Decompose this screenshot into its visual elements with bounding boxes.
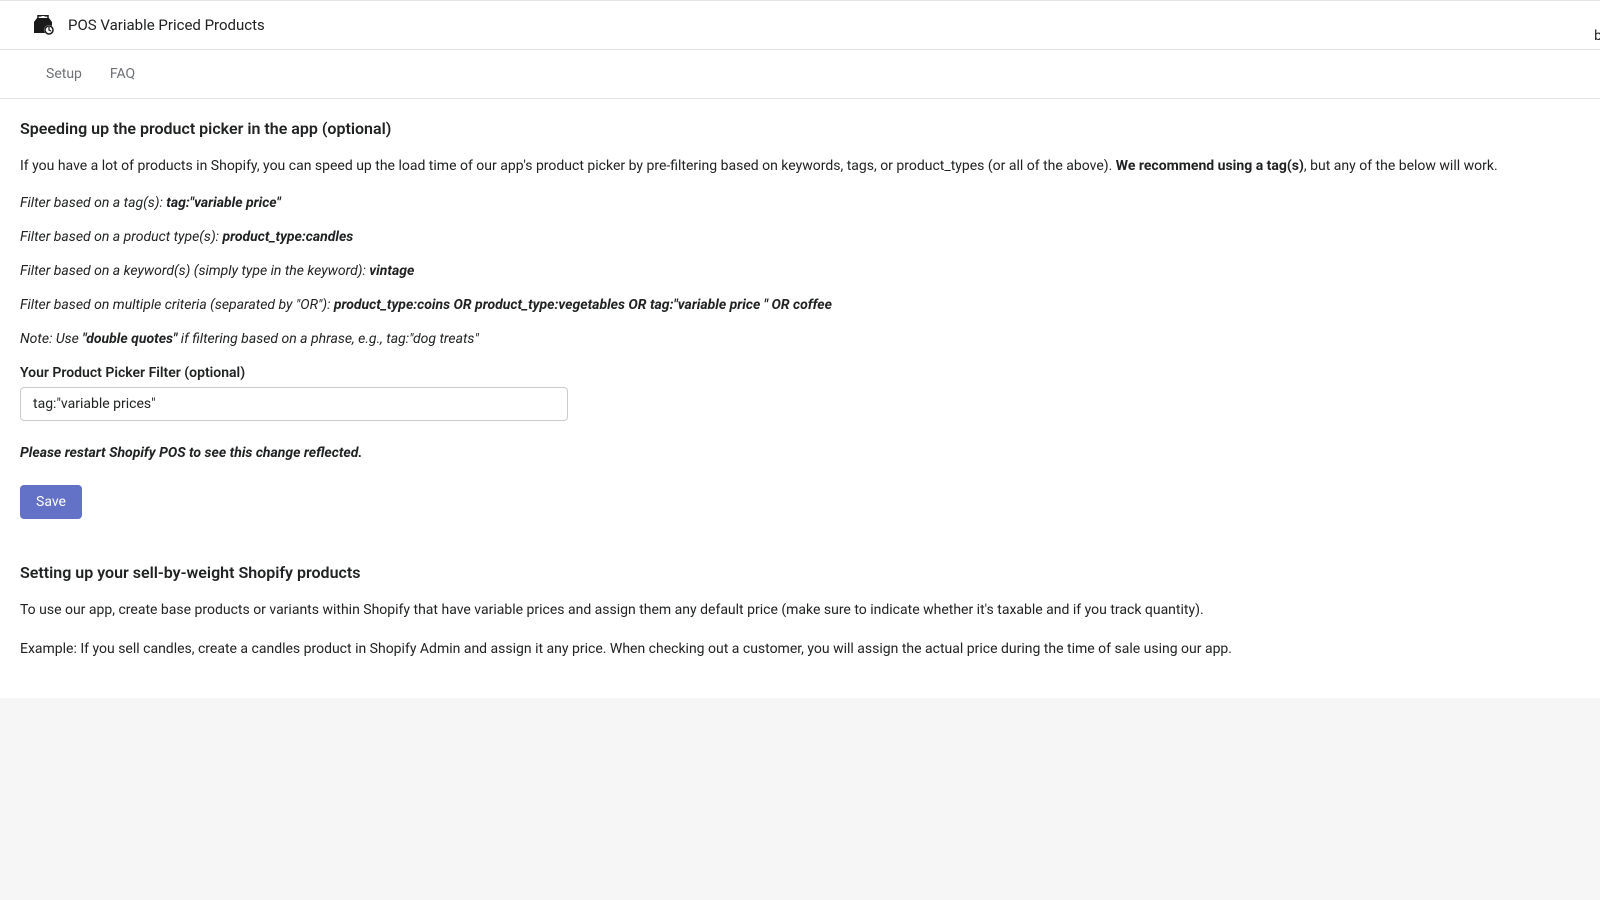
tab-setup[interactable]: Setup bbox=[46, 50, 82, 98]
intro-pre: If you have a lot of products in Shopify… bbox=[20, 158, 1116, 174]
note-bold: "double quotes" bbox=[82, 331, 177, 347]
main-content: Speeding up the product picker in the ap… bbox=[0, 99, 1600, 698]
note-pre: Note: Use bbox=[20, 331, 82, 347]
restart-note: Please restart Shopify POS to see this c… bbox=[20, 445, 1580, 461]
filter-multi-value: product_type:coins OR product_type:veget… bbox=[334, 297, 832, 313]
filter-type-line: Filter based on a product type(s): produ… bbox=[20, 229, 1580, 245]
note-post: if filtering based on a phrase, e.g., ta… bbox=[177, 331, 478, 347]
app-logo-icon bbox=[30, 15, 56, 35]
filter-input[interactable] bbox=[20, 387, 568, 421]
intro-paragraph: If you have a lot of products in Shopify… bbox=[20, 156, 1580, 177]
filter-keyword-label: Filter based on a keyword(s) (simply typ… bbox=[20, 263, 369, 279]
intro-bold: We recommend using a tag(s) bbox=[1116, 158, 1304, 174]
app-title: POS Variable Priced Products bbox=[68, 16, 265, 34]
section-heading-speed: Speeding up the product picker in the ap… bbox=[20, 119, 1580, 138]
section-sell-by-weight: Setting up your sell-by-weight Shopify p… bbox=[20, 563, 1580, 660]
app-header: POS Variable Priced Products b bbox=[0, 0, 1600, 50]
tab-faq[interactable]: FAQ bbox=[110, 50, 135, 98]
note-line: Note: Use "double quotes" if filtering b… bbox=[20, 331, 1580, 347]
filter-multi-label: Filter based on multiple criteria (separ… bbox=[20, 297, 334, 313]
filter-input-label: Your Product Picker Filter (optional) bbox=[20, 365, 1580, 381]
weight-p2: Example: If you sell candles, create a c… bbox=[20, 639, 1580, 660]
intro-post: , but any of the below will work. bbox=[1304, 158, 1498, 174]
edge-text: b bbox=[1594, 28, 1600, 44]
filter-keyword-value: vintage bbox=[369, 263, 414, 279]
weight-p1: To use our app, create base products or … bbox=[20, 600, 1580, 621]
filter-keyword-line: Filter based on a keyword(s) (simply typ… bbox=[20, 263, 1580, 279]
filter-type-value: product_type:candles bbox=[222, 229, 353, 245]
save-button[interactable]: Save bbox=[20, 485, 82, 519]
filter-type-label: Filter based on a product type(s): bbox=[20, 229, 222, 245]
section-heading-weight: Setting up your sell-by-weight Shopify p… bbox=[20, 563, 1580, 582]
filter-tag-label: Filter based on a tag(s): bbox=[20, 195, 166, 211]
tab-bar: Setup FAQ bbox=[0, 50, 1600, 99]
filter-tag-line: Filter based on a tag(s): tag:"variable … bbox=[20, 195, 1580, 211]
filter-tag-value: tag:"variable price" bbox=[166, 195, 281, 211]
filter-multi-line: Filter based on multiple criteria (separ… bbox=[20, 297, 1580, 313]
